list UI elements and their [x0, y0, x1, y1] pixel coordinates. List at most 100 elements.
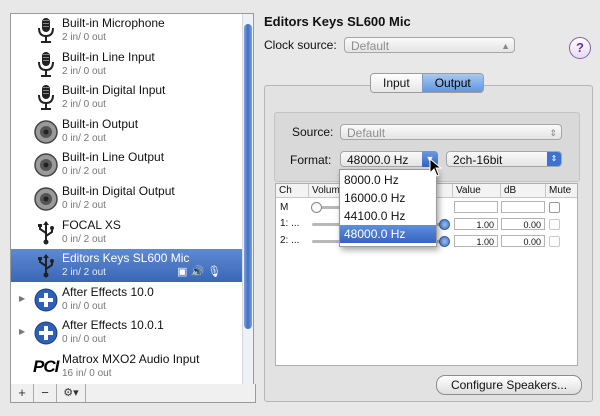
device-list[interactable]: Built-in Microphone 2 in/ 0 out Built-in L… — [10, 13, 254, 385]
volume-slider-knob[interactable] — [439, 219, 450, 230]
device-channels: 2 in/ 2 out — [62, 267, 106, 279]
column-header-value: Value — [453, 184, 501, 198]
channel-label: 2: ... — [280, 235, 300, 246]
bit-depth-value: 2ch-16bit — [453, 153, 503, 167]
action-menu-button[interactable]: ⚙▾ — [57, 384, 86, 402]
device-name: Built-in Microphone — [62, 16, 165, 30]
pci-icon: PCI — [33, 357, 59, 376]
help-button[interactable]: ? — [569, 37, 591, 59]
io-tabs: Input Output — [370, 73, 484, 93]
volume-slider-knob[interactable] — [439, 236, 450, 247]
format-label: Format: — [290, 153, 332, 167]
device-channels: 0 in/ 2 out — [62, 200, 106, 211]
device-channels: 0 in/ 2 out — [62, 132, 106, 144]
format-value: 48000.0 Hz — [347, 153, 409, 167]
device-title: Editors Keys SL600 Mic — [264, 14, 411, 29]
device-list-item[interactable]: PCI Matrox MXO2 Audio Input 16 in/ 0 out — [11, 350, 243, 383]
format-option-selected[interactable]: 48000.0 Hz — [340, 225, 436, 243]
device-name: Built-in Digital Output — [62, 184, 175, 198]
device-channels: 16 in/ 0 out — [62, 368, 112, 379]
channel-label: M — [280, 202, 289, 213]
disclosure-triangle-icon[interactable]: ▶ — [19, 294, 25, 303]
aggregate-plus-icon — [33, 286, 59, 313]
remove-device-button[interactable]: − — [34, 384, 57, 402]
device-name: Built-in Line Input — [62, 49, 155, 64]
device-list-item[interactable]: Built-in Line Output 0 in/ 2 out — [11, 148, 243, 181]
db-field[interactable]: 0.00 — [501, 235, 545, 247]
device-channels: 2 in/ 0 out — [62, 65, 106, 77]
device-channels: 0 in/ 2 out — [62, 166, 106, 178]
usb-icon — [33, 252, 59, 279]
device-list-item[interactable]: Built-in Output 0 in/ 2 out — [11, 115, 243, 148]
device-list-item[interactable]: ▶ After Effects 10.0 0 in/ 0 out — [11, 283, 243, 316]
tab-output[interactable]: Output — [421, 74, 483, 92]
column-header-mute: Mute — [546, 184, 577, 198]
source-value: Default — [347, 126, 386, 140]
microphone-icon — [33, 17, 59, 44]
device-list-item[interactable]: Built-in Digital Output 0 in/ 2 out — [11, 182, 243, 215]
clock-source-label: Clock source: — [264, 38, 337, 52]
microphone-icon: 🎙 — [207, 266, 222, 279]
source-popup[interactable]: Default ⇕ — [340, 124, 562, 140]
speaker-icon — [33, 118, 59, 145]
source-label: Source: — [292, 125, 334, 139]
device-channels: 0 in/ 0 out — [62, 334, 106, 346]
device-list-toolbar: + − ⚙▾ — [10, 384, 256, 403]
microphone-icon — [33, 84, 59, 111]
bit-depth-popup[interactable]: 2ch-16bit ⇕ — [446, 151, 562, 167]
device-name: FOCAL XS — [62, 217, 121, 232]
device-channels: 2 in/ 0 out — [62, 99, 106, 111]
device-name: Editors Keys SL600 Mic — [62, 251, 190, 266]
device-list-item[interactable]: Built-in Line Input 2 in/ 0 out — [11, 48, 243, 81]
device-channels: 2 in/ 0 out — [62, 32, 106, 43]
value-field[interactable] — [454, 201, 498, 213]
value-field[interactable]: 1.00 — [454, 218, 498, 230]
disclosure-triangle-icon[interactable]: ▶ — [19, 327, 25, 336]
finder-icon: ▣ — [177, 266, 188, 279]
column-header-db: dB — [501, 184, 546, 198]
scrollbar[interactable] — [242, 14, 253, 384]
device-channels: 0 in/ 0 out — [62, 300, 106, 312]
db-field[interactable] — [501, 201, 545, 213]
db-field[interactable]: 0.00 — [501, 218, 545, 230]
volume-slider-knob[interactable] — [311, 202, 322, 213]
popup-arrows-icon: ⇕ — [547, 152, 561, 166]
device-channels: 0 in/ 2 out — [62, 233, 106, 245]
mute-checkbox[interactable] — [549, 236, 560, 247]
popup-arrows-icon: ⇕ — [549, 128, 557, 138]
speaker-icon — [33, 185, 59, 212]
add-device-button[interactable]: + — [11, 384, 34, 402]
device-list-item[interactable]: FOCAL XS 0 in/ 2 out — [11, 216, 243, 249]
tab-input[interactable]: Input — [371, 74, 422, 92]
speaker-icon: 🔊 — [190, 266, 205, 279]
usb-icon — [33, 219, 59, 246]
device-list-item[interactable]: Editors Keys SL600 Mic 2 in/ 2 out ▣ 🔊 🎙 — [11, 249, 243, 283]
channel-label: 1: ... — [280, 218, 300, 229]
format-option[interactable]: 44100.0 Hz — [340, 207, 436, 225]
device-list-item[interactable]: Built-in Digital Input 2 in/ 0 out — [11, 81, 243, 114]
mute-checkbox[interactable] — [549, 219, 560, 230]
popup-arrows-icon: ▲ — [501, 41, 510, 51]
column-header-ch: Ch — [276, 184, 309, 198]
device-list-item[interactable]: ▶ After Effects 10.0.1 0 in/ 0 out — [11, 316, 243, 349]
clock-source-value: Default — [351, 39, 390, 53]
mouse-cursor-icon — [429, 158, 443, 177]
device-name: Built-in Digital Input — [62, 83, 166, 98]
device-name: After Effects 10.0 — [62, 284, 154, 299]
device-name: Built-in Output — [62, 116, 139, 131]
configure-speakers-button[interactable]: Configure Speakers... — [436, 375, 582, 395]
speaker-icon — [33, 151, 59, 178]
device-status-icons: ▣ 🔊 🎙 — [177, 265, 221, 278]
mute-checkbox[interactable] — [549, 202, 560, 213]
device-name: Matrox MXO2 Audio Input — [62, 352, 200, 366]
device-list-item[interactable]: Built-in Microphone 2 in/ 0 out — [11, 14, 243, 47]
format-option[interactable]: 16000.0 Hz — [340, 189, 436, 207]
microphone-icon — [33, 51, 59, 78]
aggregate-plus-icon — [33, 319, 59, 346]
scrollbar-thumb[interactable] — [244, 24, 252, 329]
value-field[interactable]: 1.00 — [454, 235, 498, 247]
format-option[interactable]: 8000.0 Hz — [340, 171, 436, 189]
device-name: Built-in Line Output — [62, 150, 165, 165]
device-name: After Effects 10.0.1 — [62, 318, 164, 333]
clock-source-popup[interactable]: Default ▲ — [344, 37, 515, 53]
